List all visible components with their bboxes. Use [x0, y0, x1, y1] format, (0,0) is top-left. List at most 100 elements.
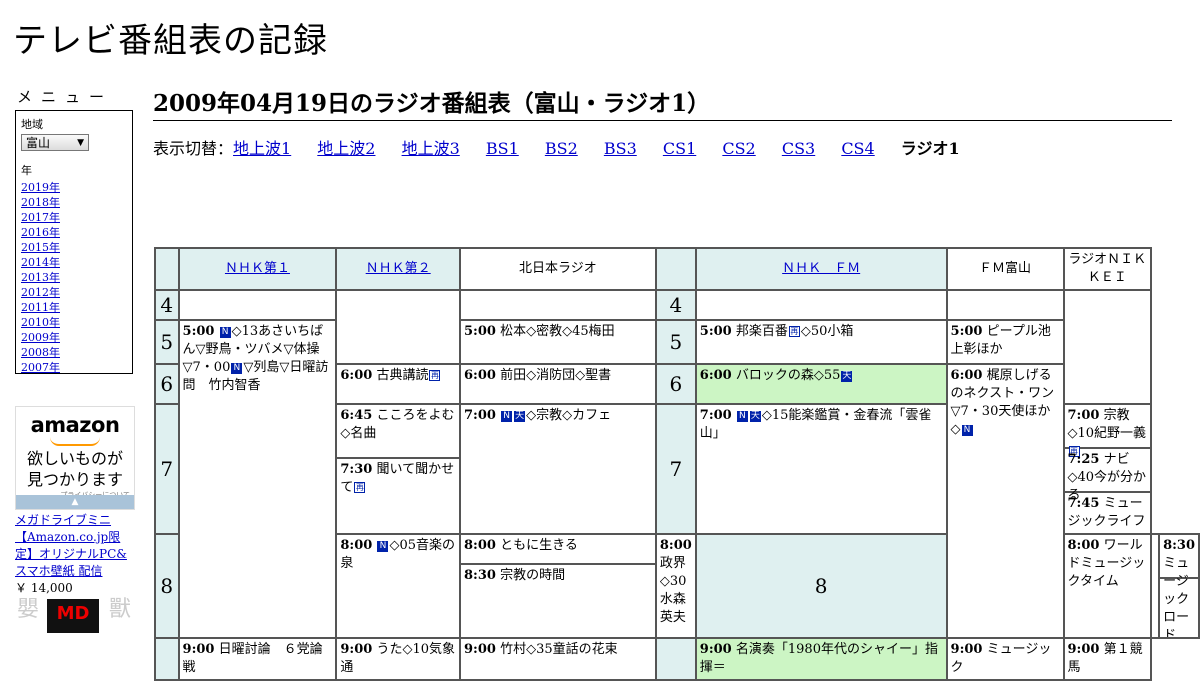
switch-link-cs1[interactable]: CS1: [663, 139, 696, 158]
year-link-2008[interactable]: 2008年: [21, 346, 60, 359]
program-time: 9:00: [464, 642, 496, 657]
ad-tagline-line-1: 欲しいものが: [26, 449, 123, 468]
menu-heading: メニュー: [17, 88, 114, 106]
program-cell[interactable]: 7:00 宗教◇10紀野一義再: [1065, 406, 1150, 457]
program-time: 7:25: [1067, 452, 1100, 467]
program-time: 7:30: [340, 462, 373, 477]
switch-link-bs3[interactable]: BS3: [604, 139, 637, 158]
amazon-ad-banner[interactable]: amazon 欲しいものが 見つかります プライバシーについて ▲: [15, 406, 135, 510]
chevron-down-icon: ▼: [77, 137, 84, 148]
program-cell[interactable]: 6:00 梶原しげるのネクスト・ワン▽7・30天使ほか◇ N: [945, 363, 1065, 639]
program-cell[interactable]: 8:30 宗教の時間: [462, 565, 654, 587]
program-time: 8:00: [1067, 538, 1100, 553]
program-cell[interactable]: 5:00 N ◇13あさいちばん▽野鳥・ツバメ▽体操▽7・00 N ▽列島▽日曜訪問 …: [177, 319, 338, 639]
switch-link-cs3[interactable]: CS3: [782, 139, 815, 158]
product-image[interactable]: 嬰 MD 獸: [15, 599, 137, 633]
program-title: ◇50小箱: [800, 324, 854, 339]
program-title: 松本◇密教◇45梅田: [500, 324, 615, 339]
slot-group: 7:00 宗教◇10紀野一義再 7:25 ナビ◇40今が分かる 7:45 ミュー…: [1062, 403, 1153, 535]
year-link-2009[interactable]: 2009年: [21, 331, 60, 344]
year-link-2013[interactable]: 2013年: [21, 271, 60, 284]
program-time: 6:45: [340, 408, 373, 423]
program-time: 5:00: [464, 324, 496, 339]
program-cell[interactable]: 9:00 第１競馬: [1062, 637, 1153, 681]
year-link-2007[interactable]: 2007年: [21, 361, 60, 374]
region-select[interactable]: 富山 ▼: [21, 134, 89, 151]
switch-link-terrestrial-2[interactable]: 地上波2: [317, 139, 375, 158]
program-time: 5:00: [699, 324, 732, 339]
program-cell[interactable]: 6:00 バロックの森◇55 天: [694, 363, 948, 405]
news-icon: N: [736, 411, 748, 422]
switch-link-terrestrial-3[interactable]: 地上波3: [402, 139, 460, 158]
program-cell[interactable]: 7:45 ミュージックライフ: [1065, 493, 1149, 532]
program-cell[interactable]: 6:00 古典講読再: [335, 363, 461, 405]
program-cell[interactable]: 7:00 N 天 ◇15能楽鑑賞・金春流「雲雀山」: [694, 403, 948, 535]
program-cell[interactable]: 8:00 ワールドミュージックタイム: [1062, 533, 1153, 639]
program-cell[interactable]: 7:00 N 天 ◇宗教◇カフェ: [459, 403, 657, 535]
amazon-logo: amazon: [30, 413, 120, 437]
year-link-2019[interactable]: 2019年: [21, 181, 60, 194]
switch-link-cs2[interactable]: CS2: [722, 139, 755, 158]
view-switcher: 表示切替：地上波1 地上波2 地上波3 BS1 BS2 BS3 CS1 CS2 …: [153, 135, 981, 159]
product-price: ￥ 14,000: [15, 581, 73, 595]
switch-link-terrestrial-1[interactable]: 地上波1: [233, 139, 291, 158]
channel-link-nhk2[interactable]: ＮＨＫ第２: [366, 261, 431, 276]
program-cell[interactable]: 8:00 ともに生きる: [461, 536, 654, 565]
weather-icon: 天: [749, 411, 761, 422]
program-cell[interactable]: 9:00 名演奏「1980年代のシャイー」指揮＝: [694, 637, 948, 681]
program-cell[interactable]: 8:30 ミュージックロード: [1161, 536, 1198, 636]
mega-drive-logo-icon: MD: [47, 599, 99, 633]
news-icon: N: [377, 541, 389, 552]
program-cell[interactable]: 9:00 うた◇10気象通: [335, 637, 461, 681]
program-cell[interactable]: 9:00 ミュージック: [945, 637, 1065, 681]
channel-header-nikkei: ラジオＮＩＫＫＥＩ: [1062, 247, 1153, 291]
product-link[interactable]: メガドライブミニ【Amazon.co.jp限定】オリジナルPC&スマホ壁紙 配信: [15, 513, 127, 578]
news-icon: N: [501, 411, 513, 422]
program-cell[interactable]: 6:00 前田◇消防団◇聖書: [459, 363, 657, 405]
ad-collapse-bar[interactable]: ▲: [16, 495, 134, 509]
switch-current-radio-1: ラジオ1: [900, 139, 960, 158]
year-link-2018[interactable]: 2018年: [21, 196, 60, 209]
program-title: 古典講読: [376, 368, 429, 383]
program-cell[interactable]: 5:00 松本◇密教◇45梅田: [459, 319, 657, 365]
program-time: 8:00: [340, 538, 373, 553]
hour-label-9: [654, 637, 697, 681]
year-link-2011[interactable]: 2011年: [21, 301, 60, 314]
program-cell[interactable]: 7:30 聞いて聞かせて再: [338, 459, 458, 499]
hour-label-5: 5: [154, 319, 180, 365]
ad-tagline-line-2: 見つかります: [26, 470, 123, 489]
switch-link-cs4[interactable]: CS4: [841, 139, 874, 158]
program-cell[interactable]: 6:45 こころをよむ◇名曲: [338, 406, 459, 459]
program-cell[interactable]: 5:00 邦楽百番再 ◇50小箱: [694, 319, 948, 365]
weather-icon: 天: [841, 371, 853, 382]
program-cell[interactable]: 8:00 政界◇30水森英夫: [654, 533, 697, 639]
channel-link-nhk1[interactable]: ＮＨＫ第１: [225, 261, 290, 276]
switch-link-bs1[interactable]: BS1: [486, 139, 519, 158]
year-link-2017[interactable]: 2017年: [21, 211, 60, 224]
program-time: 9:00: [950, 642, 983, 657]
program-cell[interactable]: 5:00 ピープル池上彰ほか: [945, 319, 1065, 365]
year-link-2014[interactable]: 2014年: [21, 256, 60, 269]
switch-link-bs2[interactable]: BS2: [545, 139, 578, 158]
program-time: 8:30: [1163, 538, 1195, 553]
year-label: 年: [21, 164, 32, 177]
channel-header-kitanihon: 北日本ラジオ: [459, 247, 657, 291]
year-link-2016[interactable]: 2016年: [21, 226, 60, 239]
corner-cell: [654, 247, 697, 291]
program-cell[interactable]: 9:00 日曜討論 ６党論戦: [177, 637, 338, 681]
channel-link-nhkfm[interactable]: ＮＨＫ ＦＭ: [782, 261, 860, 276]
amazon-smile-icon: [50, 437, 100, 446]
year-link-2010[interactable]: 2010年: [21, 316, 60, 329]
program-cell[interactable]: 7:25 ナビ◇40今が分かる: [1065, 449, 1150, 503]
region-select-value: 富山: [26, 136, 51, 150]
program-time: 8:30: [464, 568, 496, 583]
program-cell[interactable]: 8:00 N ◇05音楽の泉: [335, 533, 461, 639]
program-time: 9:00: [340, 642, 373, 657]
menu-box: 地域 富山 ▼ 年 2019年 2018年 2017年 2016年 2015年 …: [15, 110, 133, 374]
news-icon: N: [961, 425, 973, 436]
news-icon: N: [231, 363, 243, 374]
rerun-icon: 再: [788, 326, 800, 337]
year-link-2015[interactable]: 2015年: [21, 241, 60, 254]
program-cell[interactable]: 9:00 竹村◇35童話の花束: [459, 637, 657, 681]
year-link-2012[interactable]: 2012年: [21, 286, 60, 299]
